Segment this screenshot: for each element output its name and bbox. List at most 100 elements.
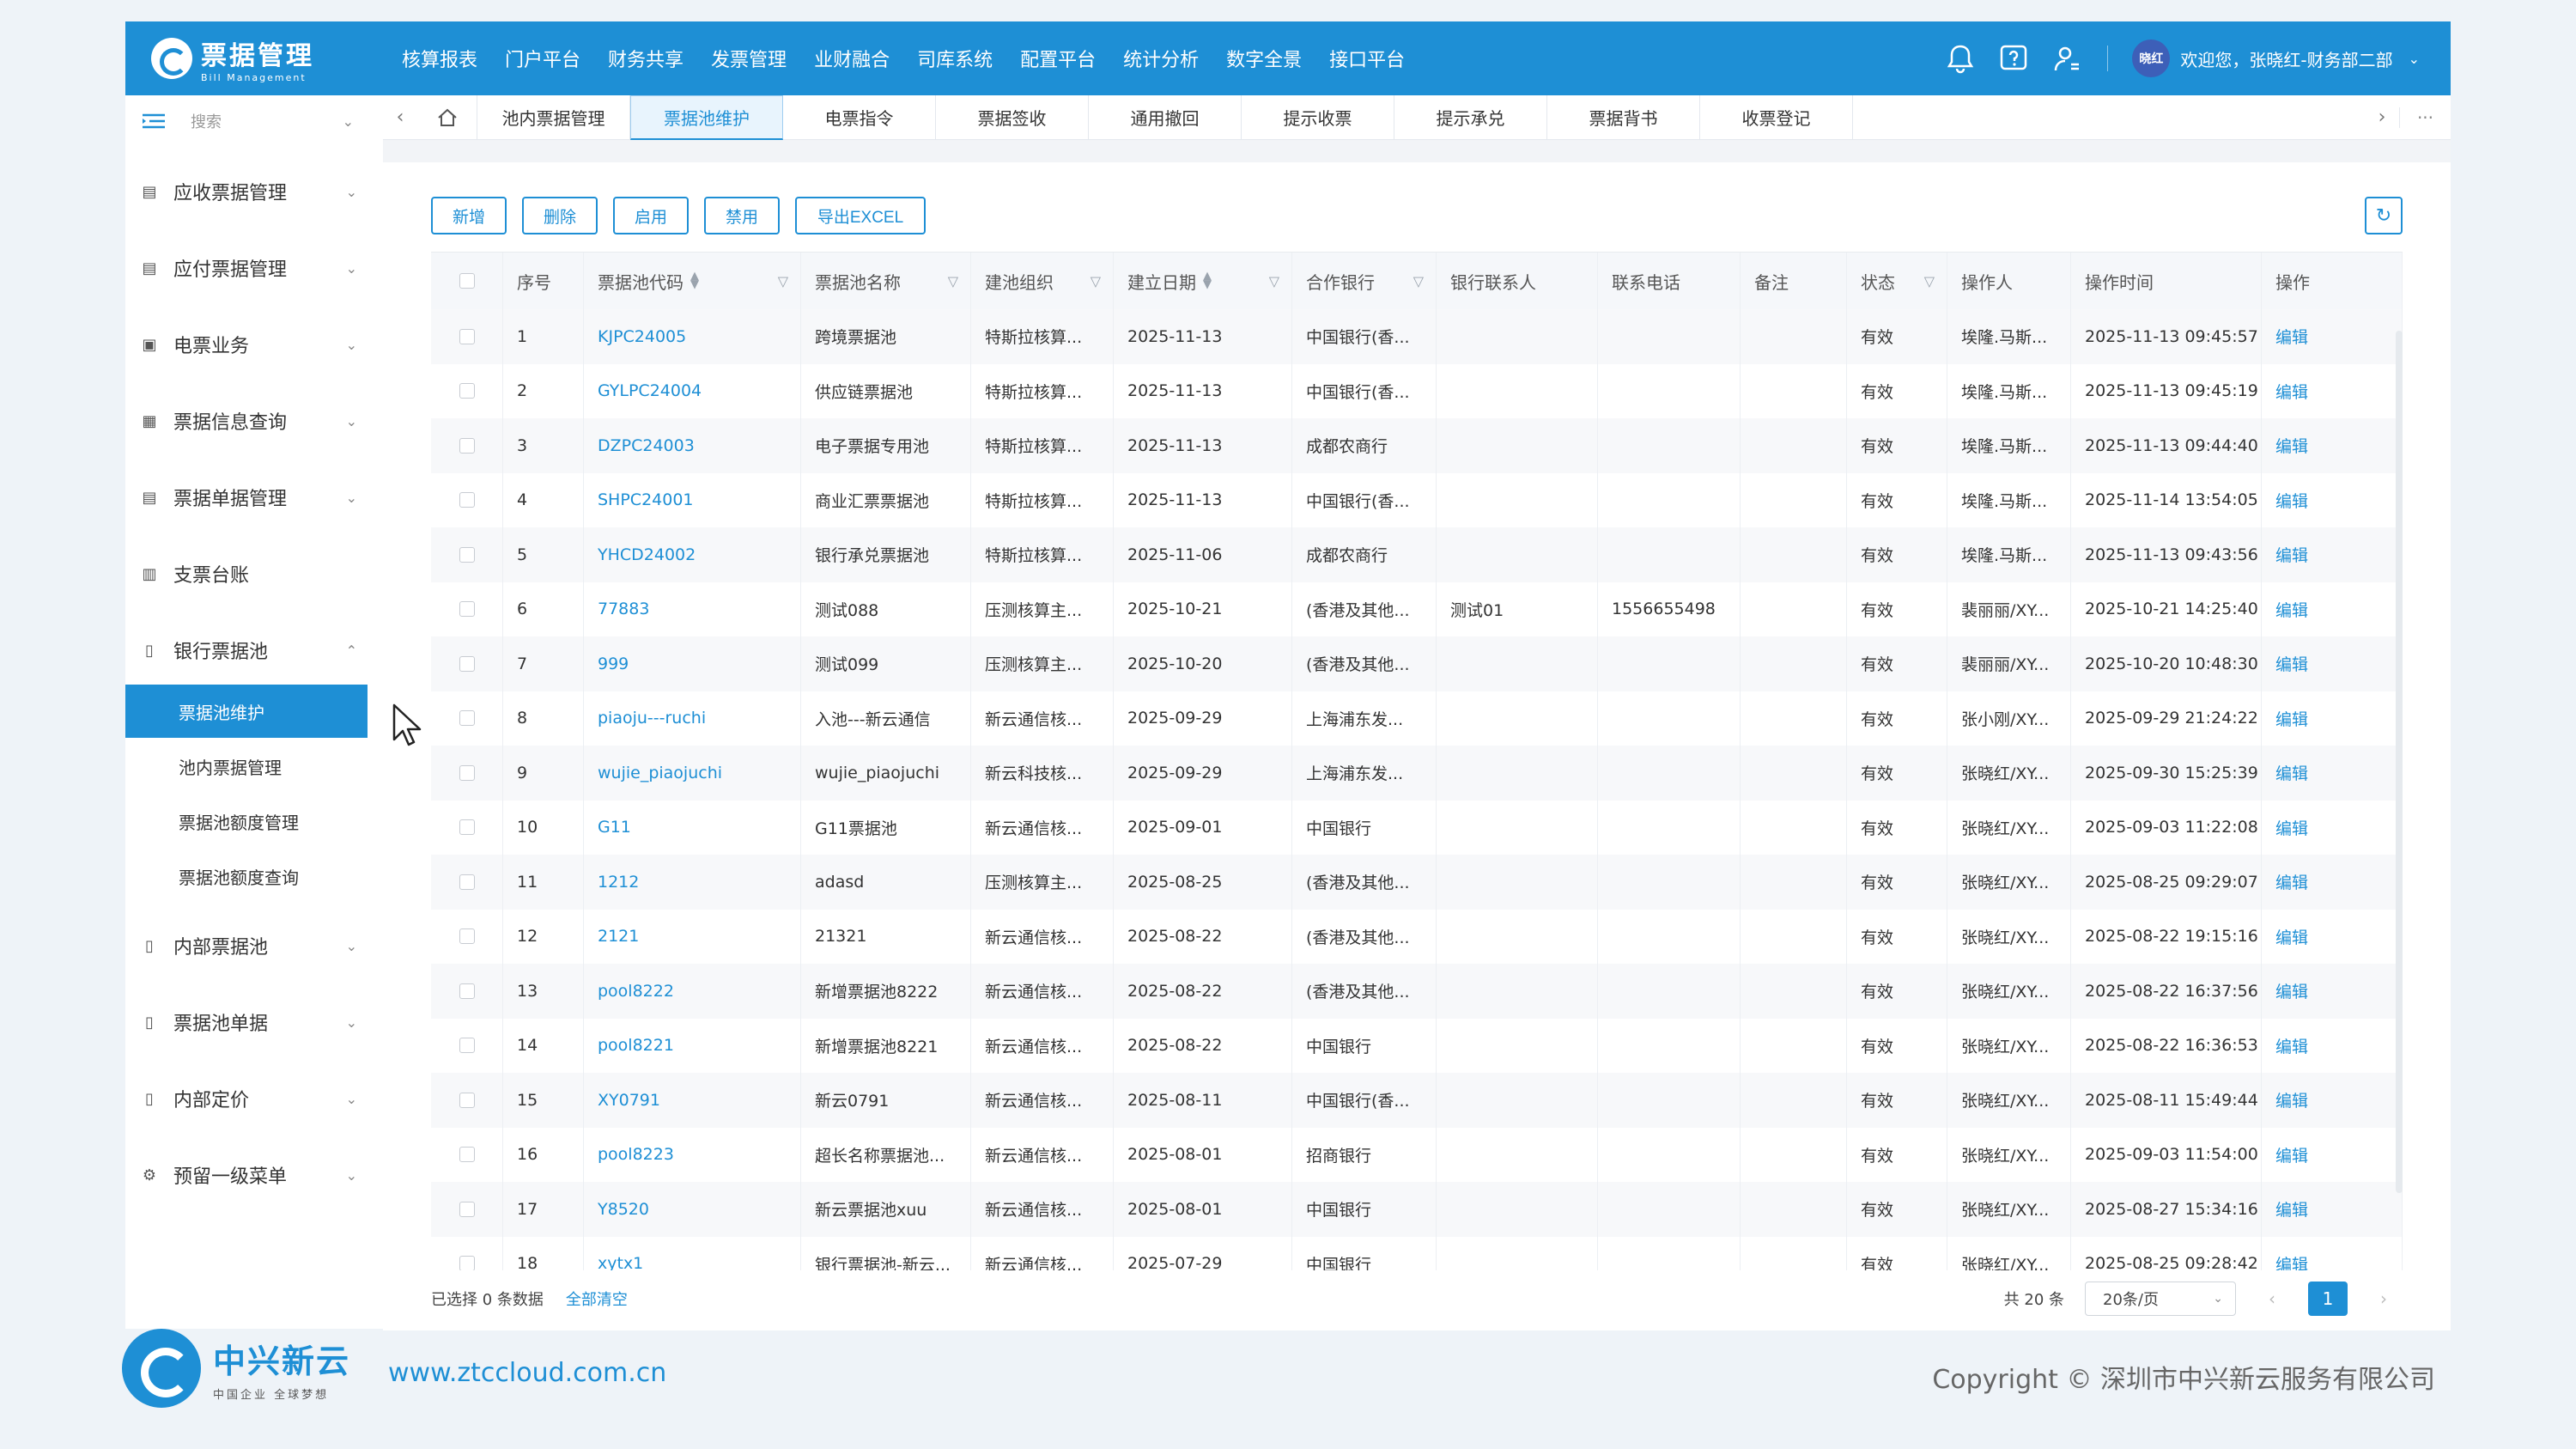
app-logo[interactable]: 票据管理 Bill Management (151, 34, 349, 83)
edit-link[interactable]: 编辑 (2262, 691, 2403, 746)
column-header[interactable]: 建池组织 ▽ (971, 253, 1114, 309)
sidebar-subitem-pool-bills[interactable]: 池内票据管理 (125, 740, 368, 793)
table-row[interactable]: 17 Y8520 新云票据池xuu 新云通信核... 2025-08-01 中国银行 有效张… (431, 1182, 2403, 1237)
topnav-item[interactable]: 财务共享 (608, 45, 683, 72)
edit-link[interactable]: 编辑 (2262, 964, 2403, 1019)
table-row[interactable]: 2 GYLPC24004 供应链票据池 特斯拉核算... 2025-11-13 中国银行(… (431, 363, 2403, 418)
tab-prompt-receive[interactable]: 提示收票 (1242, 94, 1394, 140)
user-settings-icon[interactable] (2050, 42, 2083, 75)
table-row[interactable]: 7 999 测试099 压测核算主... 2025-10-20 (香港及其他... 有效 裴丽… (431, 636, 2403, 691)
delete-button[interactable]: 删除 (522, 197, 598, 234)
table-row[interactable]: 6 77883 测试088 压测核算主... 2025-10-21 (香港及其他... 测试… (431, 581, 2403, 636)
table-row[interactable]: 1 KJPC24005 跨境票据池 特斯拉核算... 2025-11-13 中国银行(香.… (431, 309, 2403, 364)
column-header[interactable]: 建立日期 ▲ ▼ ▽ (1114, 253, 1292, 309)
sidebar-subitem-pool-maintenance[interactable]: 票据池维护 (125, 685, 368, 738)
select-all-checkbox[interactable] (431, 253, 503, 309)
edit-link[interactable]: 编辑 (2262, 636, 2403, 691)
table-cell[interactable]: pool8221 (584, 1018, 801, 1073)
sidebar-item-ledger[interactable]: ▥ 支票台账 (125, 548, 368, 600)
table-row[interactable]: 16 pool8223 超长名称票据池... 新云通信核... 2025-08-01 招商… (431, 1127, 2403, 1182)
topnav-item[interactable]: 接口平台 (1329, 45, 1405, 72)
home-icon[interactable] (417, 94, 477, 140)
welcome-text[interactable]: 欢迎您，张晓红-财务部二部 (2180, 46, 2392, 71)
sidebar-item-internal-pool[interactable]: ▯ 内部票据池 ⌄ (125, 920, 368, 971)
sort-icon[interactable]: ▲ ▼ (690, 271, 699, 290)
topnav-item[interactable]: 统计分析 (1123, 45, 1199, 72)
clear-all-link[interactable]: 全部清空 (566, 1288, 628, 1310)
tab-ebill-instructions[interactable]: 电票指令 (783, 94, 936, 140)
topnav-item[interactable]: 数字全景 (1226, 45, 1302, 72)
table-row[interactable]: 5 YHCD24002 银行承兑票据池 特斯拉核算... 2025-11-06 成都农商行… (431, 527, 2403, 582)
row-checkbox[interactable] (431, 964, 503, 1019)
edit-link[interactable]: 编辑 (2262, 527, 2403, 582)
tab-prompt-accept[interactable]: 提示承兑 (1394, 94, 1547, 140)
edit-link[interactable]: 编辑 (2262, 746, 2403, 801)
row-checkbox[interactable] (431, 746, 503, 801)
row-checkbox[interactable] (431, 527, 503, 582)
more-icon[interactable]: ··· (2399, 107, 2451, 128)
column-header[interactable]: 状态 ▽ (1847, 253, 1947, 309)
edit-link[interactable]: 编辑 (2262, 472, 2403, 527)
row-checkbox[interactable] (431, 1236, 503, 1270)
prev-page-button[interactable]: ‹ (2253, 1282, 2291, 1316)
table-cell[interactable]: 1212 (584, 855, 801, 910)
topnav-item[interactable]: 配置平台 (1020, 45, 1096, 72)
edit-link[interactable]: 编辑 (2262, 1236, 2403, 1270)
filter-icon[interactable]: ▽ (1269, 273, 1279, 289)
table-cell[interactable]: SHPC24001 (584, 472, 801, 527)
refresh-icon[interactable]: ↻ (2365, 197, 2403, 234)
row-checkbox[interactable] (431, 363, 503, 418)
tab-pool-bills[interactable]: 池内票据管理 (477, 94, 630, 140)
sidebar-subitem-pool-quota[interactable]: 票据池额度管理 (125, 795, 368, 848)
row-checkbox[interactable] (431, 309, 503, 364)
row-checkbox[interactable] (431, 1018, 503, 1073)
chevron-down-icon[interactable]: ⌄ (343, 113, 354, 130)
table-scrollbar[interactable] (2396, 331, 2403, 1193)
chevron-down-icon[interactable]: ⌄ (2409, 51, 2420, 67)
help-icon[interactable] (1997, 42, 2030, 75)
edit-link[interactable]: 编辑 (2262, 1127, 2403, 1182)
tab-receipt-register[interactable]: 收票登记 (1700, 94, 1853, 140)
column-header[interactable]: 合作银行 ▽ (1292, 253, 1437, 309)
sidebar-item-ebill[interactable]: ▣ 电票业务 ⌄ (125, 319, 368, 370)
sidebar-item-pool-docs[interactable]: ▯ 票据池单据 ⌄ (125, 996, 368, 1048)
row-checkbox[interactable] (431, 909, 503, 964)
column-header[interactable]: 票据池名称 ▽ (801, 253, 971, 309)
row-checkbox[interactable] (431, 581, 503, 636)
filter-icon[interactable]: ▽ (1924, 273, 1935, 289)
topnav-item[interactable]: 发票管理 (711, 45, 787, 72)
table-cell[interactable]: Y8520 (584, 1182, 801, 1237)
row-checkbox[interactable] (431, 1182, 503, 1237)
sidebar-subitem-pool-quota-query[interactable]: 票据池额度查询 (125, 849, 368, 903)
sidebar-item-query[interactable]: ▦ 票据信息查询 ⌄ (125, 395, 368, 447)
disable-button[interactable]: 禁用 (704, 197, 780, 234)
next-page-button[interactable]: › (2365, 1282, 2403, 1316)
filter-icon[interactable]: ▽ (778, 273, 788, 289)
sidebar-item-pricing[interactable]: ▯ 内部定价 ⌄ (125, 1073, 368, 1124)
topnav-item[interactable]: 门户平台 (505, 45, 580, 72)
table-cell[interactable]: GYLPC24004 (584, 363, 801, 418)
row-checkbox[interactable] (431, 1073, 503, 1128)
topnav-item[interactable]: 核算报表 (402, 45, 477, 72)
edit-link[interactable]: 编辑 (2262, 800, 2403, 855)
table-cell[interactable]: xytx1 (584, 1236, 801, 1270)
table-row[interactable]: 3 DZPC24003 电子票据专用池 特斯拉核算... 2025-11-13 成都农商行… (431, 418, 2403, 473)
table-row[interactable]: 9 wujie_piaojuchi wujie_piaojuchi 新云科技核... 2… (431, 746, 2403, 801)
tab-general-withdraw[interactable]: 通用撤回 (1089, 94, 1242, 140)
row-checkbox[interactable] (431, 472, 503, 527)
edit-link[interactable]: 编辑 (2262, 581, 2403, 636)
table-row[interactable]: 18 xytx1 银行票据池-新云... 新云通信核... 2025-07-29 中国银行… (431, 1236, 2403, 1270)
table-cell[interactable]: 2121 (584, 909, 801, 964)
filter-icon[interactable]: ▽ (948, 273, 958, 289)
sidebar-item-receivable[interactable]: ▤ 应收票据管理 ⌄ (125, 166, 368, 217)
table-row[interactable]: 13 pool8222 新增票据池8222 新云通信核... 2025-08-22 (香港… (431, 964, 2403, 1019)
row-checkbox[interactable] (431, 691, 503, 746)
topnav-item[interactable]: 司库系统 (917, 45, 993, 72)
table-cell[interactable]: G11 (584, 800, 801, 855)
page-button-current[interactable]: 1 (2308, 1282, 2348, 1316)
add-button[interactable]: 新增 (431, 197, 507, 234)
menu-icon[interactable] (141, 113, 167, 130)
filter-icon[interactable]: ▽ (1413, 273, 1424, 289)
row-checkbox[interactable] (431, 800, 503, 855)
table-cell[interactable]: pool8223 (584, 1127, 801, 1182)
